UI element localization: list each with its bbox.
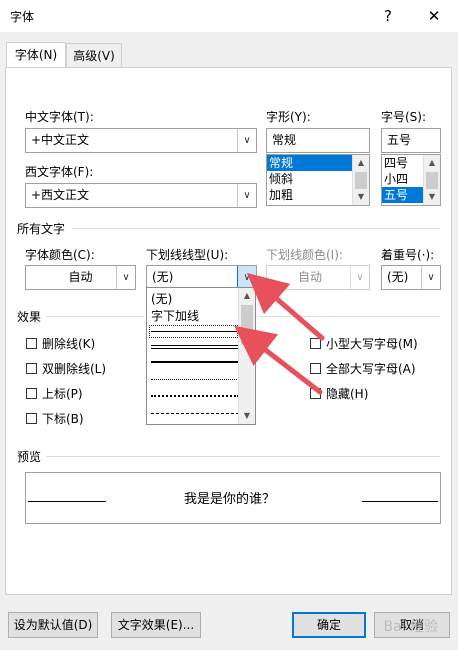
underline-style-label: 下划线线型(U):	[146, 248, 229, 262]
preview-line-right	[362, 501, 438, 502]
small-caps-checkbox[interactable]	[310, 338, 321, 349]
chinese-font-label: 中文字体(T):	[25, 110, 94, 124]
scroll-up-icon[interactable]: ▲	[353, 155, 369, 171]
underline-option-single[interactable]	[151, 331, 239, 332]
underline-option-double[interactable]	[151, 348, 239, 349]
chevron-down-icon[interactable]: ∨	[237, 129, 256, 152]
style-listbox[interactable]: 常规 倾斜 加粗 ▲ ▼	[266, 154, 370, 206]
close-icon[interactable]: ✕	[414, 2, 454, 30]
watermark-logo: Bai 经验	[383, 619, 438, 635]
subscript-checkbox[interactable]	[26, 413, 37, 424]
scroll-up-icon[interactable]: ▲	[239, 288, 255, 304]
chevron-down-icon[interactable]: ∨	[116, 266, 135, 289]
dropdown-item-words-only[interactable]: 字下加线	[151, 307, 199, 324]
chevron-down-icon[interactable]: ∨	[421, 266, 440, 289]
chevron-down-icon[interactable]: ∨	[237, 184, 256, 207]
size-label: 字号(S):	[381, 110, 427, 124]
underline-style-dropdown[interactable]: (无) 字下加线 ▲ ▼	[146, 287, 256, 425]
underline-option-heavy-dotted[interactable]	[151, 395, 239, 397]
underline-color-select: 自动 ∨	[266, 265, 370, 290]
dialog-title: 字体	[10, 10, 35, 24]
ok-button[interactable]: 确定	[292, 612, 366, 638]
scrollbar[interactable]: ▲ ▼	[423, 155, 440, 205]
superscript-label[interactable]: 上标(P)	[42, 385, 83, 402]
font-color-select[interactable]: 自动 ∨	[25, 265, 136, 290]
emphasis-label: 着重号(·):	[381, 248, 435, 262]
dropdown-item-none[interactable]: (无)	[151, 290, 172, 307]
hidden-label[interactable]: 隐藏(H)	[326, 385, 368, 402]
double-strikethrough-checkbox[interactable]	[26, 363, 37, 374]
scroll-down-icon[interactable]: ▼	[353, 189, 369, 205]
subscript-label[interactable]: 下标(B)	[42, 410, 84, 427]
scroll-thumb[interactable]	[426, 172, 438, 189]
chinese-font-select[interactable]: +中文正文 ∨	[25, 128, 257, 153]
text-effects-button[interactable]: 文字效果(E)...	[111, 612, 201, 638]
size-input[interactable]: 五号	[381, 128, 441, 153]
scrollbar[interactable]: ▲ ▼	[352, 155, 369, 205]
effects-section-title: 效果	[17, 310, 42, 324]
underline-option-dashed[interactable]	[151, 413, 239, 414]
list-item[interactable]: 常规	[267, 155, 352, 171]
tab-advanced[interactable]: 高级(V)	[66, 43, 122, 67]
underline-option-dotted[interactable]	[151, 379, 239, 380]
scroll-thumb[interactable]	[241, 305, 253, 345]
scrollbar[interactable]: ▲ ▼	[238, 288, 255, 424]
underline-option-words[interactable]	[151, 345, 239, 346]
style-label: 字形(Y):	[266, 110, 311, 124]
list-item[interactable]: 五号	[382, 187, 423, 203]
font-color-label: 字体颜色(C):	[25, 248, 95, 262]
scroll-up-icon[interactable]: ▲	[424, 155, 440, 171]
underline-option-thick[interactable]	[151, 361, 239, 363]
chevron-down-icon: ∨	[350, 266, 369, 289]
hidden-checkbox[interactable]	[310, 388, 321, 399]
section-divider	[258, 316, 440, 317]
double-strikethrough-label[interactable]: 双删除线(L)	[42, 360, 106, 377]
chevron-down-icon[interactable]: ∨	[237, 266, 256, 289]
section-divider	[46, 316, 144, 317]
style-input[interactable]: 常规	[266, 128, 370, 153]
strikethrough-checkbox[interactable]	[26, 338, 37, 349]
scroll-down-icon[interactable]: ▼	[239, 408, 255, 424]
size-listbox[interactable]: 四号 小四 五号 ▲ ▼	[381, 154, 441, 206]
all-caps-label[interactable]: 全部大写字母(A)	[326, 360, 416, 377]
set-default-button[interactable]: 设为默认值(D)	[8, 612, 98, 638]
section-divider	[72, 228, 440, 229]
preview-box: 我是是你的谁？	[25, 472, 441, 524]
small-caps-label[interactable]: 小型大写字母(M)	[326, 335, 418, 352]
section-divider	[46, 456, 440, 457]
preview-line-left	[28, 501, 106, 502]
help-button[interactable]: ?	[368, 2, 408, 30]
preview-text: 我是是你的谁？	[184, 492, 276, 507]
scroll-down-icon[interactable]: ▼	[424, 189, 440, 205]
scroll-thumb[interactable]	[355, 172, 367, 189]
superscript-checkbox[interactable]	[26, 388, 37, 399]
western-font-label: 西文字体(F):	[25, 165, 94, 179]
strikethrough-label[interactable]: 删除线(K)	[42, 335, 95, 352]
emphasis-select[interactable]: (无) ∨	[381, 265, 441, 290]
underline-color-label: 下划线颜色(I):	[266, 248, 343, 262]
tab-font[interactable]: 字体(N)	[6, 42, 66, 68]
preview-section-title: 预览	[17, 450, 42, 464]
all-caps-checkbox[interactable]	[310, 363, 321, 374]
western-font-select[interactable]: +西文正文 ∨	[25, 183, 257, 208]
all-text-section-title: 所有文字	[17, 222, 66, 236]
